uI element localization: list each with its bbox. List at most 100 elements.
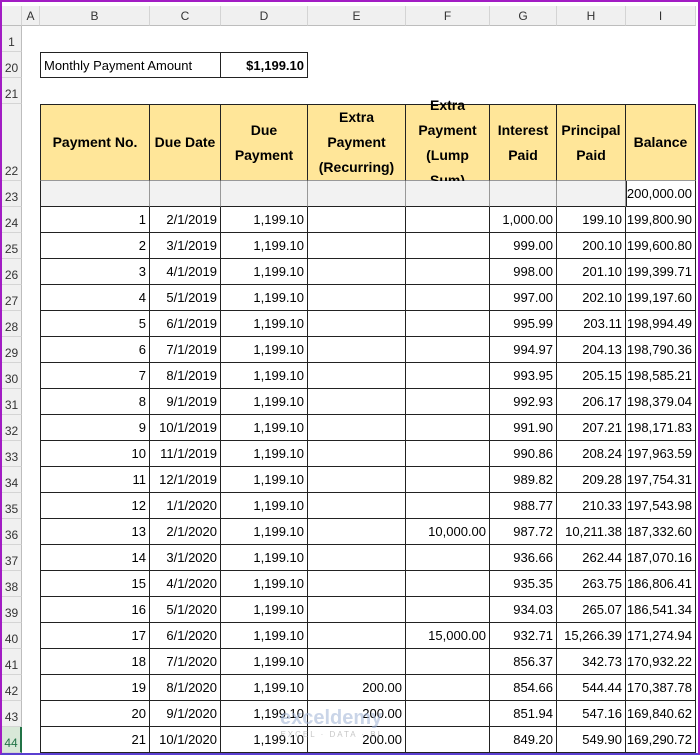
row-header-39[interactable]: 39 — [2, 597, 22, 623]
table-cell[interactable]: 203.11 — [557, 311, 626, 337]
table-cell[interactable]: 1,199.10 — [221, 675, 308, 701]
table-cell[interactable] — [406, 649, 490, 675]
table-cell[interactable]: 198,379.04 — [626, 389, 696, 415]
table-cell[interactable]: 186,541.34 — [626, 597, 696, 623]
table-cell[interactable]: 1/1/2020 — [150, 493, 221, 519]
opening-row-cell[interactable] — [490, 181, 557, 207]
table-cell[interactable]: 1,199.10 — [221, 207, 308, 233]
table-cell[interactable]: 171,274.94 — [626, 623, 696, 649]
row-header-23[interactable]: 23 — [2, 181, 22, 207]
table-cell[interactable]: 6/1/2019 — [150, 311, 221, 337]
table-cell[interactable] — [406, 389, 490, 415]
table-cell[interactable] — [406, 493, 490, 519]
table-cell[interactable] — [308, 233, 406, 259]
table-cell[interactable] — [308, 389, 406, 415]
row-header-21[interactable]: 21 — [2, 78, 22, 104]
table-cell[interactable]: 3/1/2019 — [150, 233, 221, 259]
table-cell[interactable]: 14 — [40, 545, 150, 571]
table-cell[interactable]: 851.94 — [490, 701, 557, 727]
opening-row-cell[interactable] — [221, 181, 308, 207]
table-header[interactable]: Payment No. — [40, 104, 150, 181]
table-cell[interactable]: 11 — [40, 467, 150, 493]
table-cell[interactable] — [406, 207, 490, 233]
table-cell[interactable]: 11/1/2019 — [150, 441, 221, 467]
table-cell[interactable]: 993.95 — [490, 363, 557, 389]
table-cell[interactable]: 200.00 — [308, 675, 406, 701]
table-cell[interactable]: 198,994.49 — [626, 311, 696, 337]
row-header-37[interactable]: 37 — [2, 545, 22, 571]
table-cell[interactable] — [406, 545, 490, 571]
row-header-30[interactable]: 30 — [2, 363, 22, 389]
table-cell[interactable]: 186,806.41 — [626, 571, 696, 597]
table-cell[interactable]: 10,211.38 — [557, 519, 626, 545]
table-cell[interactable] — [406, 727, 490, 753]
table-cell[interactable] — [308, 259, 406, 285]
table-cell[interactable]: 9/1/2020 — [150, 701, 221, 727]
table-cell[interactable]: 7 — [40, 363, 150, 389]
table-cell[interactable]: 1 — [40, 207, 150, 233]
table-cell[interactable]: 932.71 — [490, 623, 557, 649]
column-header-G[interactable]: G — [490, 6, 557, 26]
table-cell[interactable]: 10/1/2019 — [150, 415, 221, 441]
select-all-corner[interactable] — [2, 6, 22, 26]
table-cell[interactable]: 934.03 — [490, 597, 557, 623]
opening-row-cell[interactable] — [150, 181, 221, 207]
column-header-H[interactable]: H — [557, 6, 626, 26]
table-cell[interactable]: 10,000.00 — [406, 519, 490, 545]
table-cell[interactable]: 995.99 — [490, 311, 557, 337]
table-cell[interactable]: 1,199.10 — [221, 623, 308, 649]
table-cell[interactable] — [308, 311, 406, 337]
table-cell[interactable]: 7/1/2019 — [150, 337, 221, 363]
table-cell[interactable]: 1,199.10 — [221, 337, 308, 363]
row-header-33[interactable]: 33 — [2, 441, 22, 467]
table-cell[interactable] — [308, 623, 406, 649]
table-cell[interactable]: 1,199.10 — [221, 545, 308, 571]
row-header-20[interactable]: 20 — [2, 52, 22, 78]
row-header-28[interactable]: 28 — [2, 311, 22, 337]
table-cell[interactable]: 12 — [40, 493, 150, 519]
row-header-31[interactable]: 31 — [2, 389, 22, 415]
table-cell[interactable]: 2/1/2019 — [150, 207, 221, 233]
table-cell[interactable] — [406, 441, 490, 467]
table-cell[interactable]: 342.73 — [557, 649, 626, 675]
table-cell[interactable]: 17 — [40, 623, 150, 649]
table-cell[interactable]: 199,600.80 — [626, 233, 696, 259]
table-cell[interactable]: 544.44 — [557, 675, 626, 701]
table-cell[interactable] — [406, 363, 490, 389]
table-cell[interactable]: 207.21 — [557, 415, 626, 441]
row-header-26[interactable]: 26 — [2, 259, 22, 285]
table-cell[interactable]: 263.75 — [557, 571, 626, 597]
table-cell[interactable]: 206.17 — [557, 389, 626, 415]
table-cell[interactable] — [308, 493, 406, 519]
opening-row-cell[interactable]: 200,000.00 — [626, 181, 696, 207]
table-cell[interactable]: 187,070.16 — [626, 545, 696, 571]
column-header-A[interactable]: A — [22, 6, 40, 26]
table-cell[interactable]: 4 — [40, 285, 150, 311]
table-cell[interactable]: 170,932.22 — [626, 649, 696, 675]
table-cell[interactable]: 198,790.36 — [626, 337, 696, 363]
table-cell[interactable]: 997.00 — [490, 285, 557, 311]
table-cell[interactable]: 197,754.31 — [626, 467, 696, 493]
table-cell[interactable] — [406, 701, 490, 727]
table-cell[interactable] — [406, 337, 490, 363]
table-cell[interactable]: 199,800.90 — [626, 207, 696, 233]
table-cell[interactable]: 197,963.59 — [626, 441, 696, 467]
table-cell[interactable] — [406, 259, 490, 285]
table-cell[interactable]: 262.44 — [557, 545, 626, 571]
table-cell[interactable]: 989.82 — [490, 467, 557, 493]
opening-row-cell[interactable] — [40, 181, 150, 207]
table-cell[interactable]: 935.35 — [490, 571, 557, 597]
table-cell[interactable]: 5/1/2019 — [150, 285, 221, 311]
table-cell[interactable] — [308, 285, 406, 311]
row-header-36[interactable]: 36 — [2, 519, 22, 545]
column-header-C[interactable]: C — [150, 6, 221, 26]
table-cell[interactable]: 8/1/2019 — [150, 363, 221, 389]
row-header-1[interactable]: 1 — [2, 26, 22, 52]
table-cell[interactable]: 204.13 — [557, 337, 626, 363]
table-header[interactable]: Due Date — [150, 104, 221, 181]
table-cell[interactable]: 1,199.10 — [221, 415, 308, 441]
table-cell[interactable] — [308, 337, 406, 363]
table-cell[interactable]: 987.72 — [490, 519, 557, 545]
table-cell[interactable] — [308, 519, 406, 545]
table-cell[interactable]: 1,199.10 — [221, 311, 308, 337]
